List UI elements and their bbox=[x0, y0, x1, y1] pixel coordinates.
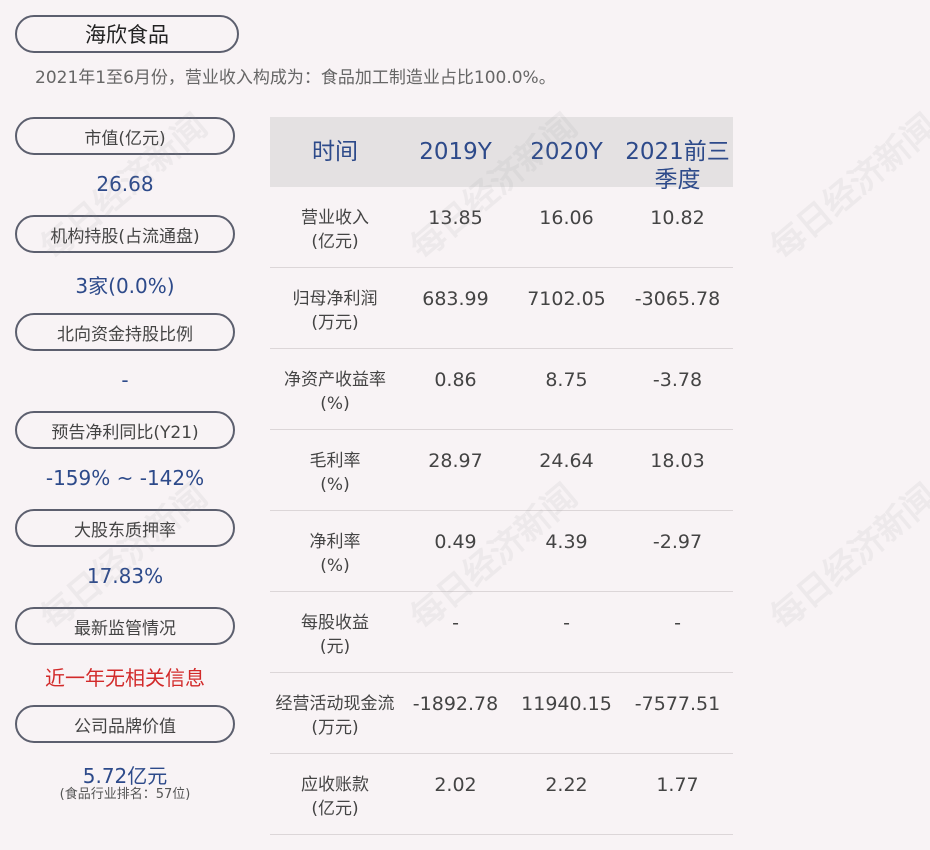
company-title: 海欣食品 bbox=[15, 15, 239, 53]
row-value: 24.64 bbox=[539, 450, 594, 472]
row-value: 4.39 bbox=[545, 531, 588, 553]
table-row: 毛利率 (%) 28.97 24.64 18.03 bbox=[270, 430, 733, 511]
table-row: 净利率 (%) 0.49 4.39 -2.97 bbox=[270, 511, 733, 592]
table-header: 时间 2019Y 2020Y 2021前三季度 bbox=[270, 117, 733, 193]
row-value: - bbox=[563, 612, 570, 634]
brand-rank-note: (食品行业排名：57位) bbox=[59, 787, 191, 802]
row-label: 归母净利润 (万元) bbox=[292, 289, 378, 333]
brand-value-label: 公司品牌价值 bbox=[15, 705, 235, 743]
row-value: 0.49 bbox=[434, 531, 477, 553]
northbound-ratio-value: - bbox=[121, 368, 129, 392]
row-value: 0.86 bbox=[434, 369, 477, 391]
institution-holding-label: 机构持股(占流通盘) bbox=[15, 215, 235, 253]
row-value: -3065.78 bbox=[634, 288, 721, 310]
row-value: 11940.15 bbox=[521, 693, 612, 715]
table-row: 应收账款 (亿元) 2.02 2.22 1.77 bbox=[270, 754, 733, 835]
pledge-ratio-value: 17.83% bbox=[86, 564, 164, 588]
row-label: 毛利率 (%) bbox=[309, 451, 361, 495]
table-row: 经营活动现金流 (万元) -1892.78 11940.15 -7577.51 bbox=[270, 673, 733, 754]
header-2020: 2020Y bbox=[530, 139, 603, 165]
row-value: 16.06 bbox=[539, 207, 594, 229]
page: 海欣食品 2021年1至6月份，营业收入构成为：食品加工制造业占比100.0%。… bbox=[0, 0, 930, 850]
header-2021: 2021前三季度 bbox=[625, 139, 730, 193]
row-value: 8.75 bbox=[545, 369, 588, 391]
row-value: 10.82 bbox=[650, 207, 705, 229]
row-value: -1892.78 bbox=[412, 693, 499, 715]
row-value: -3.78 bbox=[652, 369, 703, 391]
row-value: - bbox=[452, 612, 459, 634]
row-value: -7577.51 bbox=[634, 693, 721, 715]
row-value: 13.85 bbox=[428, 207, 483, 229]
row-value: 2.22 bbox=[545, 774, 588, 796]
row-label: 每股收益 (元) bbox=[301, 613, 369, 657]
market-cap-value: 26.68 bbox=[96, 172, 154, 196]
market-cap-label: 市值(亿元) bbox=[15, 117, 235, 155]
table-row: 营业收入 (亿元) 13.85 16.06 10.82 bbox=[270, 187, 733, 268]
row-label: 净利率 (%) bbox=[309, 532, 361, 576]
financial-table: 时间 2019Y 2020Y 2021前三季度 营业收入 (亿元) 13.85 16.… bbox=[270, 117, 733, 835]
table-row: 归母净利润 (万元) 683.99 7102.05 -3065.78 bbox=[270, 268, 733, 349]
row-value: 7102.05 bbox=[527, 288, 606, 310]
watermark: 每日经济新闻 bbox=[763, 106, 930, 269]
institution-holding-value: 3家(0.0%) bbox=[75, 274, 175, 298]
northbound-ratio-label: 北向资金持股比例 bbox=[15, 313, 235, 351]
row-label: 经营活动现金流 (万元) bbox=[275, 694, 395, 738]
header-time: 时间 bbox=[312, 139, 358, 165]
profit-forecast-value: -159% ~ -142% bbox=[45, 466, 205, 490]
row-value: -2.97 bbox=[652, 531, 703, 553]
pledge-ratio-label: 大股东质押率 bbox=[15, 509, 235, 547]
table-row: 净资产收益率 (%) 0.86 8.75 -3.78 bbox=[270, 349, 733, 430]
row-label: 营业收入 (亿元) bbox=[301, 208, 369, 252]
table-row: 每股收益 (元) - - - bbox=[270, 592, 733, 673]
profit-forecast-label: 预告净利同比(Y21) bbox=[15, 411, 235, 449]
row-label: 应收账款 (亿元) bbox=[301, 775, 369, 819]
regulation-label: 最新监管情况 bbox=[15, 607, 235, 645]
row-value: 1.77 bbox=[656, 774, 699, 796]
regulation-value: 近一年无相关信息 bbox=[45, 666, 205, 690]
table-body: 营业收入 (亿元) 13.85 16.06 10.82 归母净利润 (万元) 683.99 71… bbox=[270, 187, 733, 835]
watermark: 每日经济新闻 bbox=[763, 476, 930, 639]
row-value: 18.03 bbox=[650, 450, 705, 472]
row-value: 2.02 bbox=[434, 774, 477, 796]
row-value: 28.97 bbox=[428, 450, 483, 472]
row-value: - bbox=[674, 612, 681, 634]
revenue-composition-text: 2021年1至6月份，营业收入构成为：食品加工制造业占比100.0%。 bbox=[35, 68, 556, 88]
row-label: 净资产收益率 (%) bbox=[284, 370, 386, 414]
row-value: 683.99 bbox=[422, 288, 489, 310]
header-2019: 2019Y bbox=[419, 139, 492, 165]
